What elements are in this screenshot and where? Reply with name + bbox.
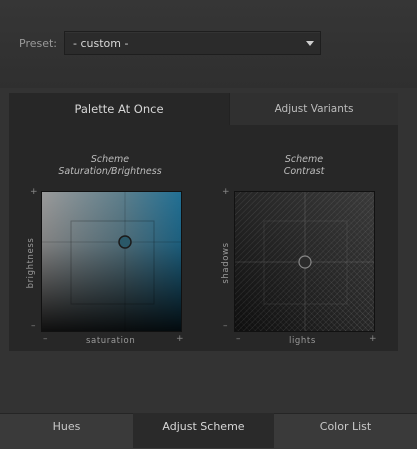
contrast-x-minus: – [236, 334, 241, 344]
tab-color-list[interactable]: Color List [274, 413, 417, 448]
saturation-brightness-picker[interactable] [41, 191, 182, 332]
sb-x-axis-label: saturation [86, 336, 136, 346]
sb-y-minus: – [31, 321, 36, 331]
contrast-handle[interactable] [298, 255, 312, 269]
contrast-y-minus: – [223, 321, 228, 331]
sb-x-plus: + [176, 334, 184, 344]
tab-hues[interactable]: Hues [0, 413, 133, 448]
preset-label: Preset: [19, 37, 58, 50]
preset-value: - custom - [73, 37, 129, 50]
contrast-title-line2: Contrast [283, 166, 325, 177]
sb-y-axis-label: brightness [26, 237, 36, 289]
sb-title-line2: Saturation/Brightness [58, 166, 162, 177]
sb-x-minus: – [43, 334, 48, 344]
tab-adjust-scheme[interactable]: Adjust Scheme [133, 413, 274, 448]
tab-adjust-variants[interactable]: Adjust Variants [229, 93, 398, 125]
sb-y-plus: + [30, 187, 38, 197]
contrast-title-line1: Scheme [284, 154, 324, 165]
contrast-x-axis-label: lights [289, 336, 316, 346]
preset-select[interactable]: - custom - [64, 31, 321, 55]
sb-title-line1: Scheme [90, 154, 130, 165]
tab-palette-at-once[interactable]: Palette At Once [9, 93, 229, 125]
contrast-picker[interactable] [234, 191, 375, 332]
contrast-y-axis-label: shadows [221, 242, 231, 284]
contrast-x-plus: + [369, 334, 377, 344]
chevron-down-icon [306, 41, 314, 46]
sb-handle[interactable] [118, 235, 132, 249]
contrast-y-plus: + [222, 187, 230, 197]
